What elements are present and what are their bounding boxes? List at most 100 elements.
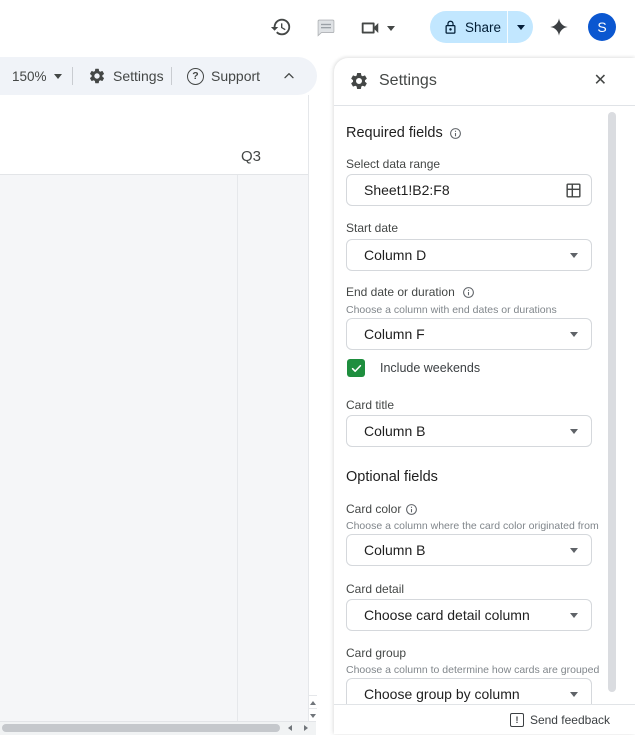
start-date-select[interactable]: Column D <box>346 239 592 271</box>
data-range-label: Select data range <box>346 157 441 171</box>
chevron-down-icon <box>570 613 578 618</box>
card-detail-value: Choose card detail column <box>364 607 530 623</box>
card-color-helper: Choose a column where the card color ori… <box>346 520 599 532</box>
required-fields-label: Required fields <box>346 125 443 141</box>
card-detail-label: Card detail <box>346 582 405 596</box>
gemini-button[interactable] <box>549 17 569 37</box>
toolbar-divider <box>72 67 73 85</box>
toolbar-divider <box>171 67 172 85</box>
optional-fields-label: Optional fields <box>346 469 438 485</box>
include-weekends-label: Include weekends <box>380 361 481 375</box>
end-date-label: End date or duration <box>346 285 475 299</box>
required-fields-heading: Required fields <box>346 125 462 141</box>
settings-panel: Settings ✕ Required fields Select data r… <box>334 58 635 734</box>
scroll-down-button[interactable] <box>309 708 317 722</box>
help-icon: ? <box>187 67 204 85</box>
data-range-value: Sheet1!B2:F8 <box>364 182 450 198</box>
horizontal-scroll-thumb[interactable] <box>2 724 280 732</box>
settings-toolbar-label: Settings <box>113 68 164 84</box>
gear-icon <box>88 67 106 85</box>
panel-scrollbar-thumb[interactable] <box>608 112 616 692</box>
gemini-sparkle-icon <box>549 17 569 37</box>
info-icon[interactable] <box>449 127 462 140</box>
triangle-up-icon <box>310 700 316 705</box>
share-label: Share <box>465 19 502 35</box>
share-main[interactable]: Share <box>430 20 507 35</box>
card-detail-select[interactable]: Choose card detail column <box>346 599 592 631</box>
triangle-left-icon <box>287 725 292 731</box>
chevron-down-icon <box>516 24 525 30</box>
optional-fields-heading: Optional fields <box>346 469 438 485</box>
share-button[interactable]: Share <box>430 11 533 43</box>
card-color-select[interactable]: Column B <box>346 534 592 566</box>
share-menu-button[interactable] <box>508 11 533 43</box>
sheet-horizontal-scrollbar[interactable] <box>0 721 316 735</box>
quarter-label: Q3 <box>241 148 262 165</box>
scroll-up-button[interactable] <box>309 695 317 709</box>
support-button[interactable]: ? Support <box>187 57 260 95</box>
settings-panel-content: Required fields Select data range Sheet1… <box>334 105 635 705</box>
scroll-left-button[interactable] <box>282 722 297 734</box>
sheet-vertical-scrollbar[interactable] <box>308 95 317 721</box>
scroll-right-button[interactable] <box>298 722 313 734</box>
end-date-value: Column F <box>364 326 425 342</box>
card-title-value: Column B <box>364 423 426 439</box>
zoom-level-value: 150% <box>12 68 47 84</box>
checkmark-icon <box>351 364 361 372</box>
end-date-select[interactable]: Column F <box>346 318 592 350</box>
lock-icon <box>443 20 458 35</box>
settings-panel-header: Settings ✕ <box>334 58 635 106</box>
include-weekends-row: Include weekends <box>334 359 635 377</box>
start-date-label: Start date <box>346 221 399 235</box>
gear-icon <box>349 71 369 91</box>
send-feedback-link[interactable]: Send feedback <box>530 713 610 727</box>
chevron-down-icon <box>570 429 578 434</box>
card-color-label-text: Card color <box>346 502 402 516</box>
feedback-icon: ! <box>509 712 524 727</box>
share-divider <box>507 11 508 43</box>
zoom-select[interactable]: 150% <box>12 57 62 95</box>
grid-range-picker-icon[interactable] <box>564 181 583 200</box>
chevron-down-icon <box>570 332 578 337</box>
timeline-header-row: Q3 <box>0 95 308 175</box>
topbar: Share S <box>0 0 635 57</box>
card-color-value: Column B <box>364 542 426 558</box>
timeline-toolbar: 150% Settings ? Support <box>0 57 317 95</box>
info-icon[interactable] <box>462 286 475 299</box>
meet-dropdown-caret-icon[interactable] <box>387 25 395 31</box>
support-label: Support <box>211 68 261 84</box>
data-range-input[interactable]: Sheet1!B2:F8 <box>346 174 592 206</box>
video-camera-icon <box>359 17 381 39</box>
chevron-up-icon <box>281 68 297 84</box>
chevron-down-icon <box>570 692 578 697</box>
close-icon[interactable]: ✕ <box>594 71 607 91</box>
panel-footer: ! Send feedback <box>334 704 635 734</box>
meet-button[interactable] <box>359 17 395 39</box>
chevron-down-icon <box>53 73 62 79</box>
timeline-gridline <box>237 175 238 721</box>
triangle-right-icon <box>303 725 308 731</box>
panel-title: Settings <box>379 72 437 89</box>
card-group-label: Card group <box>346 646 407 660</box>
info-icon[interactable] <box>405 503 418 516</box>
comment-icon <box>316 18 336 38</box>
card-title-label: Card title <box>346 398 395 412</box>
account-avatar[interactable]: S <box>588 13 616 41</box>
collapse-toolbar-button[interactable] <box>281 57 297 95</box>
card-color-label: Card color <box>346 502 418 516</box>
card-title-select[interactable]: Column B <box>346 415 592 447</box>
start-date-value: Column D <box>364 247 427 263</box>
triangle-down-icon <box>310 713 316 718</box>
chevron-down-icon <box>570 253 578 258</box>
history-icon <box>270 16 292 38</box>
comments-button[interactable] <box>316 18 336 38</box>
settings-button[interactable]: Settings <box>88 57 164 95</box>
version-history-button[interactable] <box>270 16 292 38</box>
end-date-helper: Choose a column with end dates or durati… <box>346 304 557 316</box>
chevron-down-icon <box>570 548 578 553</box>
card-group-helper: Choose a column to determine how cards a… <box>346 664 600 676</box>
end-date-label-text: End date or duration <box>346 285 455 299</box>
include-weekends-checkbox[interactable] <box>347 359 365 377</box>
card-group-select[interactable]: Choose group by column <box>346 678 592 705</box>
timeline-canvas[interactable] <box>0 175 308 721</box>
